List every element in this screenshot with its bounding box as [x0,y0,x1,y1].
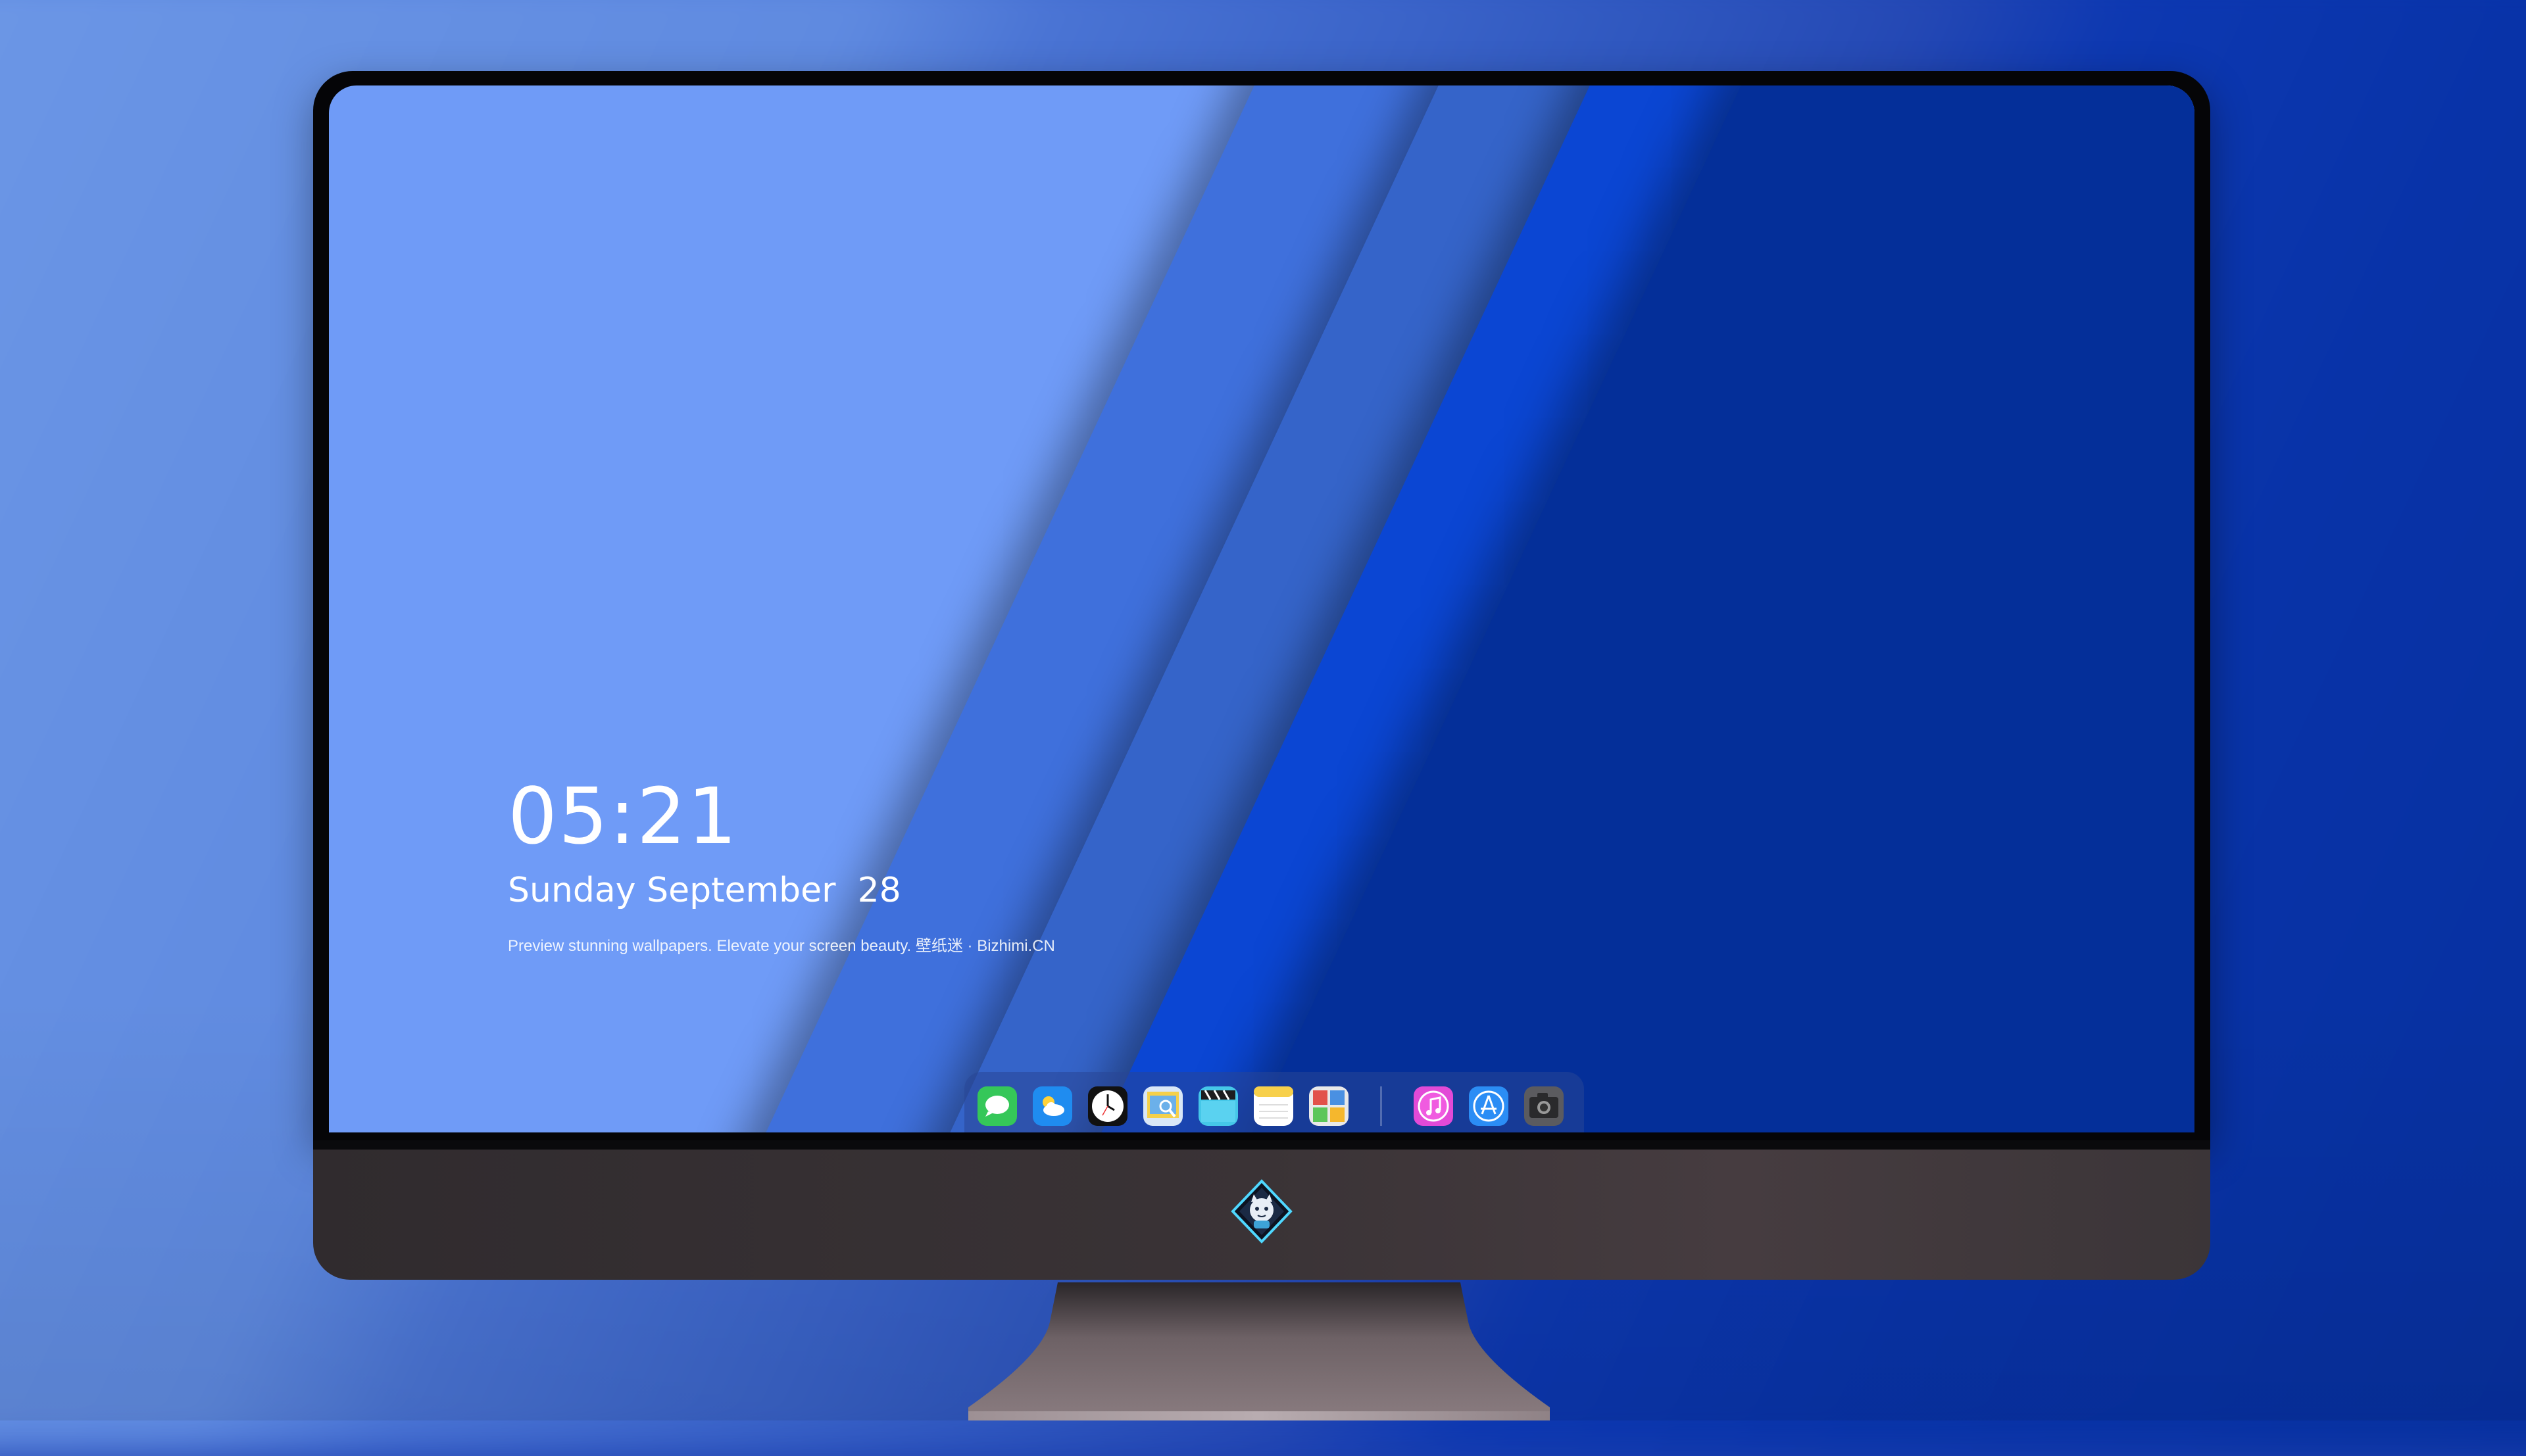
monitor-stand [968,1282,1550,1420]
photo-booth-icon[interactable] [1309,1086,1349,1126]
dock [964,1072,1584,1132]
clock-date: Sunday September 28 [508,871,901,910]
clock-tagline: Preview stunning wallpapers. Elevate you… [508,937,1055,955]
camera-icon[interactable] [1524,1086,1564,1126]
clock-time: 05:21 [508,771,739,861]
dock-divider [1380,1086,1382,1126]
screen: 05:21 Sunday September 28 Preview stunni… [329,85,2194,1132]
monitor: 05:21 Sunday September 28 Preview stunni… [313,71,2210,1281]
monitor-bezel: 05:21 Sunday September 28 Preview stunni… [313,71,2210,1140]
mascot-logo-icon [1229,1178,1295,1244]
preview-icon[interactable] [1143,1086,1183,1126]
clock-icon[interactable] [1088,1086,1127,1126]
app-store-icon[interactable] [1469,1086,1508,1126]
notes-icon[interactable] [1254,1086,1293,1126]
music-icon[interactable] [1414,1086,1453,1126]
chin-separator [313,1140,2210,1150]
weather-icon[interactable] [1033,1086,1072,1126]
lock-screen-clock: 05:21 Sunday September 28 Preview stunni… [508,777,1055,956]
messages-icon[interactable] [978,1086,1017,1126]
clips-icon[interactable] [1199,1086,1238,1126]
